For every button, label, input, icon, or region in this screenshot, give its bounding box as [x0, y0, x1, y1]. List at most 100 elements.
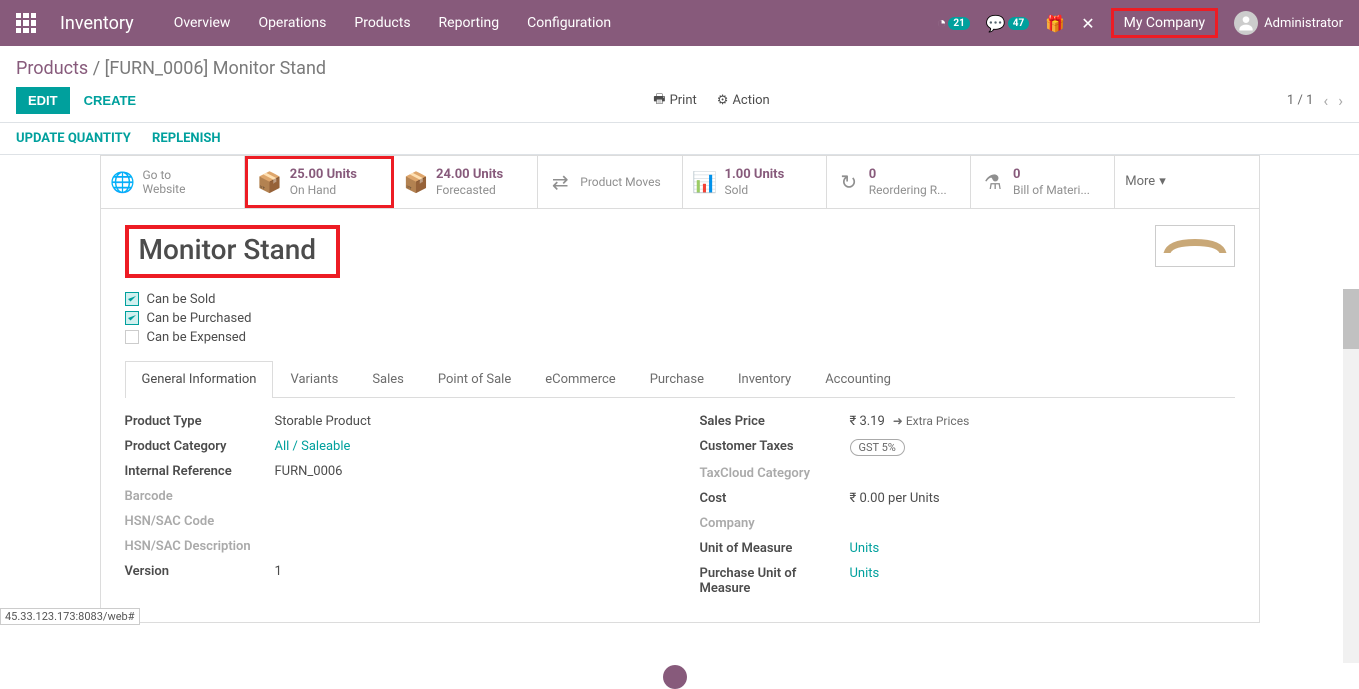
clock-icon: ◔ — [937, 13, 947, 33]
print-button[interactable]: 🖶Print — [653, 90, 696, 112]
tab-general[interactable]: General Information — [125, 361, 274, 398]
chat-badge: 47 — [1008, 17, 1029, 30]
action-button[interactable]: ⚙Action — [717, 90, 770, 112]
puom-value[interactable]: Units — [850, 566, 880, 581]
timer-badge: 21 — [948, 17, 969, 30]
category-value[interactable]: All / Saleable — [275, 439, 351, 454]
scrollbar[interactable] — [1343, 289, 1359, 663]
menu-operations[interactable]: Operations — [258, 15, 326, 31]
category-label: Product Category — [125, 439, 275, 454]
internal-ref-value: FURN_0006 — [275, 464, 660, 479]
tab-accounting[interactable]: Accounting — [808, 361, 908, 397]
user-menu[interactable]: Administrator — [1234, 11, 1343, 35]
apps-icon[interactable] — [16, 13, 36, 33]
tab-variants[interactable]: Variants — [273, 361, 355, 397]
tab-ecommerce[interactable]: eCommerce — [528, 361, 632, 397]
pager-prev[interactable]: ‹ — [1323, 91, 1328, 110]
pager-next[interactable]: › — [1338, 91, 1343, 110]
barcode-label: Barcode — [125, 489, 275, 504]
update-quantity-button[interactable]: UPDATE QUANTITY — [16, 131, 131, 146]
stat-button-box: 🌐 Go toWebsite 📦 25.00 UnitsOn Hand 📦 24… — [101, 156, 1259, 209]
messages-indicator[interactable]: 💬 47 — [986, 14, 1029, 33]
product-title-box: Monitor Stand — [125, 225, 341, 278]
boxes-icon: 📦 — [404, 170, 428, 194]
puom-label: Purchase Unit of Measure — [700, 566, 850, 596]
gift-icon[interactable]: 🎁 — [1045, 14, 1065, 33]
product-image[interactable] — [1155, 225, 1235, 267]
cost-label: Cost — [700, 491, 850, 506]
menu-configuration[interactable]: Configuration — [527, 15, 611, 31]
breadcrumb-current: [FURN_0006] Monitor Stand — [105, 58, 326, 79]
tab-inventory[interactable]: Inventory — [721, 361, 808, 397]
edit-button[interactable]: EDIT — [16, 87, 70, 114]
can-be-sold-label: Can be Sold — [147, 292, 216, 307]
customer-taxes-label: Customer Taxes — [700, 439, 850, 456]
stat-forecast[interactable]: 📦 24.00 UnitsForecasted — [394, 156, 538, 208]
taxcloud-label: TaxCloud Category — [700, 466, 850, 481]
refresh-icon: ↻ — [837, 170, 861, 194]
can-be-expensed-label: Can be Expensed — [147, 330, 247, 345]
timer-indicator[interactable]: ◔ 21 — [937, 13, 970, 33]
replenish-button[interactable]: REPLENISH — [152, 131, 221, 146]
create-button[interactable]: CREATE — [84, 93, 136, 108]
tab-pos[interactable]: Point of Sale — [421, 361, 528, 397]
tab-purchase[interactable]: Purchase — [633, 361, 721, 397]
can-be-expensed-checkbox[interactable] — [125, 330, 139, 344]
menu-overview[interactable]: Overview — [174, 15, 231, 31]
tabs: General Information Variants Sales Point… — [125, 361, 1235, 398]
app-title: Inventory — [60, 13, 134, 34]
barcode-value — [275, 489, 660, 504]
stat-more[interactable]: More ▾ — [1115, 156, 1258, 208]
stat-onhand[interactable]: 📦 25.00 UnitsOn Hand — [245, 156, 394, 208]
avatar-icon — [1234, 11, 1258, 35]
version-label: Version — [125, 564, 275, 579]
stat-website[interactable]: 🌐 Go toWebsite — [101, 156, 245, 208]
version-value: 1 — [275, 564, 660, 579]
pager-text: 1 / 1 — [1287, 93, 1313, 108]
uom-value[interactable]: Units — [850, 541, 880, 556]
menu-products[interactable]: Products — [354, 15, 410, 31]
hsn-desc-value — [275, 539, 660, 554]
product-name: Monitor Stand — [139, 233, 317, 266]
sales-price-label: Sales Price — [700, 414, 850, 429]
left-column: Product TypeStorable Product Product Cat… — [125, 414, 660, 606]
stat-moves[interactable]: ⇄ Product Moves — [538, 156, 682, 208]
monitor-stand-image-icon — [1160, 231, 1230, 261]
taxcloud-value — [850, 466, 1235, 481]
stat-bom[interactable]: ⚗ 0Bill of Materi... — [971, 156, 1115, 208]
stat-sold[interactable]: 📊 1.00 UnitsSold — [683, 156, 827, 208]
gear-icon: ⚙ — [717, 93, 729, 108]
odoo-bot-icon[interactable] — [663, 665, 687, 689]
can-be-sold-checkbox[interactable] — [125, 292, 139, 306]
close-icon[interactable]: ✕ — [1081, 14, 1094, 33]
status-bar: UPDATE QUANTITY REPLENISH — [0, 122, 1359, 155]
top-menu: Overview Operations Products Reporting C… — [174, 15, 611, 31]
can-be-purchased-checkbox[interactable] — [125, 311, 139, 325]
company-selector[interactable]: My Company — [1111, 8, 1219, 38]
chart-icon: 📊 — [693, 170, 717, 194]
can-be-purchased-label: Can be Purchased — [147, 311, 252, 326]
status-url: 45.33.123.173:8083/web# — [0, 608, 140, 625]
stat-reorder[interactable]: ↻ 0Reordering R... — [827, 156, 971, 208]
menu-reporting[interactable]: Reporting — [439, 15, 500, 31]
hsn-value — [275, 514, 660, 529]
breadcrumb-parent[interactable]: Products — [16, 58, 88, 79]
user-name: Administrator — [1264, 16, 1343, 31]
sales-price-value: ₹ 3.19 — [850, 414, 885, 429]
product-type-label: Product Type — [125, 414, 275, 429]
product-type-value: Storable Product — [275, 414, 660, 429]
hsn-desc-label: HSN/SAC Description — [125, 539, 275, 554]
caret-down-icon: ▾ — [1159, 174, 1166, 189]
pager: 1 / 1 ‹ › — [1287, 91, 1343, 110]
customer-taxes-value[interactable]: GST 5% — [850, 439, 905, 456]
flask-icon: ⚗ — [981, 170, 1005, 194]
scrollbar-thumb[interactable] — [1343, 289, 1359, 349]
tab-sales[interactable]: Sales — [355, 361, 421, 397]
breadcrumb: Products / [FURN_0006] Monitor Stand — [16, 58, 1343, 79]
uom-label: Unit of Measure — [700, 541, 850, 556]
chat-icon: 💬 — [986, 14, 1006, 33]
company-value — [850, 516, 1235, 531]
globe-icon: 🌐 — [111, 170, 135, 194]
hsn-label: HSN/SAC Code — [125, 514, 275, 529]
extra-prices-link[interactable]: ➜ Extra Prices — [893, 414, 969, 428]
